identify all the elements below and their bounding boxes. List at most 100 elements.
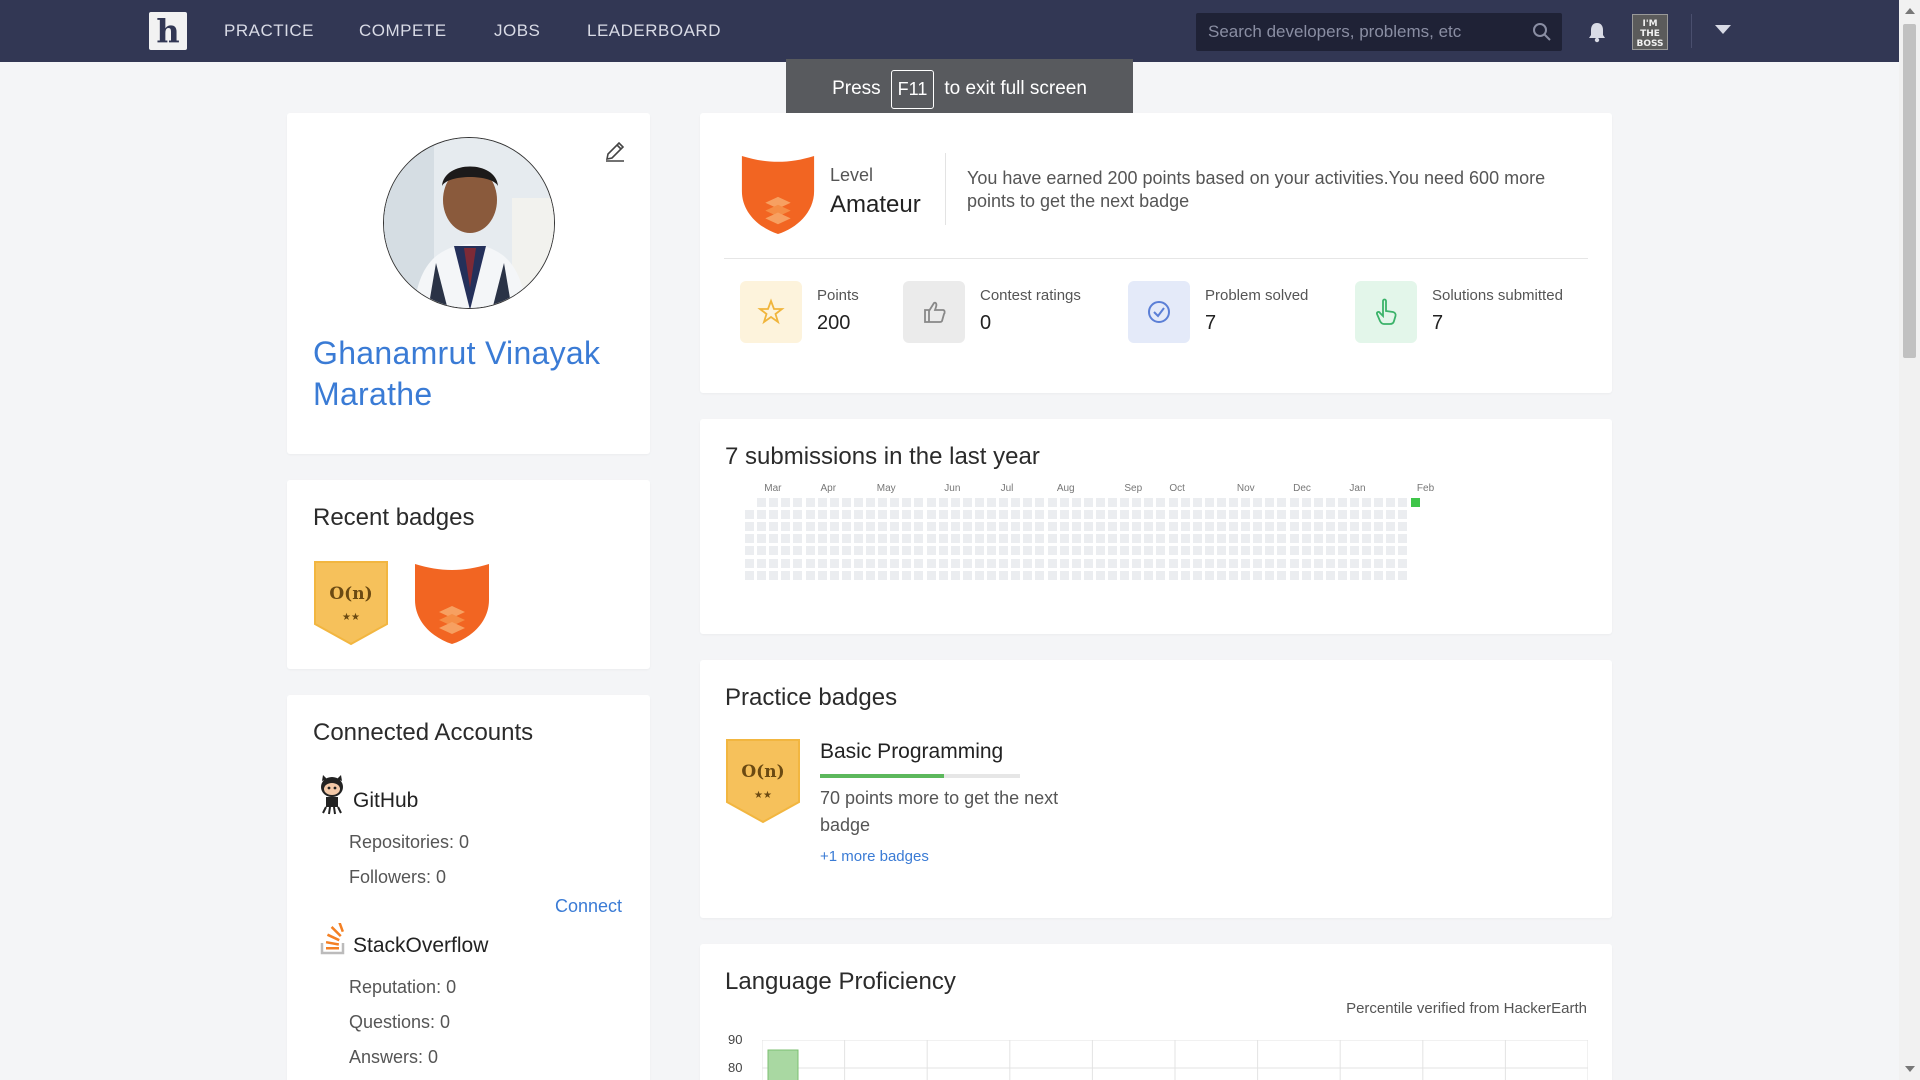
heatmap-cell[interactable]: [1289, 522, 1299, 532]
heatmap-cell[interactable]: [974, 546, 984, 556]
nav-leaderboard[interactable]: LEADERBOARD: [587, 0, 721, 62]
heatmap-cell[interactable]: [926, 522, 936, 532]
heatmap-cell[interactable]: [890, 522, 900, 532]
heatmap-cell[interactable]: [1277, 498, 1287, 507]
heatmap-cell[interactable]: [1144, 546, 1154, 556]
heatmap-cell[interactable]: [914, 546, 924, 556]
heatmap-cell[interactable]: [1253, 522, 1263, 532]
heatmap-cell[interactable]: [974, 558, 984, 568]
heatmap-cell[interactable]: [1325, 522, 1335, 532]
heatmap-cell[interactable]: [817, 558, 827, 568]
heatmap-cell[interactable]: [1337, 510, 1347, 520]
heatmap-cell[interactable]: [950, 558, 960, 568]
heatmap-cell[interactable]: [853, 498, 863, 507]
heatmap-cell[interactable]: [1083, 522, 1093, 532]
heatmap-cell[interactable]: [1253, 498, 1263, 507]
heatmap-cell[interactable]: [902, 534, 912, 544]
heatmap-cell[interactable]: [1059, 522, 1069, 532]
heatmap-cell[interactable]: [938, 498, 948, 507]
heatmap-cell[interactable]: [1204, 570, 1214, 580]
heatmap-cell[interactable]: [1011, 546, 1021, 556]
heatmap-cell[interactable]: [781, 558, 791, 568]
heatmap-cell[interactable]: [1071, 546, 1081, 556]
heatmap-cell[interactable]: [1289, 546, 1299, 556]
heatmap-cell[interactable]: [1350, 510, 1359, 520]
heatmap-cell[interactable]: [781, 498, 791, 507]
heatmap-cell[interactable]: [1253, 510, 1263, 520]
heatmap-cell[interactable]: [1192, 534, 1202, 544]
heatmap-cell[interactable]: [890, 534, 900, 544]
heatmap-cell[interactable]: [950, 570, 960, 580]
heatmap-cell[interactable]: [962, 570, 972, 580]
heatmap-cell[interactable]: [1289, 510, 1299, 520]
heatmap-cell[interactable]: [781, 570, 791, 580]
heatmap-cell[interactable]: [878, 570, 888, 580]
heatmap-cell[interactable]: [793, 558, 803, 568]
heatmap-cell[interactable]: [1047, 534, 1057, 544]
heatmap-cell[interactable]: [1083, 510, 1093, 520]
heatmap-cell[interactable]: [805, 498, 815, 507]
heatmap-cell[interactable]: [829, 510, 839, 520]
heatmap-cell[interactable]: [1108, 570, 1117, 580]
heatmap-cell[interactable]: [938, 510, 948, 520]
heatmap-cell[interactable]: [1241, 498, 1251, 507]
heatmap-cell[interactable]: [999, 510, 1009, 520]
heatmap-cell[interactable]: [1132, 510, 1142, 520]
heatmap-cell[interactable]: [745, 534, 754, 544]
heatmap-cell[interactable]: [1011, 522, 1021, 532]
heatmap-cell[interactable]: [1144, 498, 1154, 507]
heatmap-cell[interactable]: [950, 498, 960, 507]
heatmap-cell[interactable]: [987, 522, 996, 532]
amateur-badge-icon[interactable]: [411, 560, 493, 646]
heatmap-cell[interactable]: [1253, 558, 1263, 568]
heatmap-cell[interactable]: [926, 498, 936, 507]
heatmap-cell[interactable]: [1374, 522, 1384, 532]
heatmap-cell[interactable]: [1362, 522, 1372, 532]
heatmap-cell[interactable]: [1083, 534, 1093, 544]
heatmap-cell[interactable]: [878, 510, 888, 520]
heatmap-cell[interactable]: [866, 510, 875, 520]
heatmap-cell[interactable]: [757, 570, 767, 580]
hackerearth-logo[interactable]: h: [149, 12, 187, 50]
heatmap-cell[interactable]: [1059, 534, 1069, 544]
heatmap-cell[interactable]: [1362, 558, 1372, 568]
heatmap-cell[interactable]: [841, 498, 851, 507]
heatmap-cell[interactable]: [1386, 510, 1396, 520]
heatmap-cell[interactable]: [1229, 498, 1238, 507]
heatmap-cell[interactable]: [1289, 570, 1299, 580]
heatmap-cell[interactable]: [1277, 510, 1287, 520]
heatmap-cell[interactable]: [853, 570, 863, 580]
heatmap-cell[interactable]: [1229, 522, 1238, 532]
heatmap-cell[interactable]: [1241, 510, 1251, 520]
heatmap-cell[interactable]: [1289, 534, 1299, 544]
heatmap-cell[interactable]: [1083, 570, 1093, 580]
heatmap-cell[interactable]: [769, 534, 779, 544]
heatmap-cell[interactable]: [1374, 558, 1384, 568]
heatmap-cell[interactable]: [781, 522, 791, 532]
heatmap-cell[interactable]: [1047, 510, 1057, 520]
heatmap-cell[interactable]: [805, 570, 815, 580]
heatmap-cell[interactable]: [1083, 546, 1093, 556]
heatmap-cell[interactable]: [1350, 546, 1359, 556]
heatmap-cell[interactable]: [817, 522, 827, 532]
heatmap-cell[interactable]: [1337, 498, 1347, 507]
heatmap-cell[interactable]: [1192, 510, 1202, 520]
heatmap-cell[interactable]: [1156, 498, 1166, 507]
heatmap-cell[interactable]: [1362, 570, 1372, 580]
heatmap-cell[interactable]: [1120, 522, 1130, 532]
heatmap-cell[interactable]: [878, 498, 888, 507]
heatmap-cell[interactable]: [1095, 534, 1105, 544]
heatmap-cell[interactable]: [1095, 558, 1105, 568]
heatmap-cell[interactable]: [1216, 570, 1226, 580]
heatmap-cell[interactable]: [1011, 534, 1021, 544]
heatmap-cell[interactable]: [1350, 534, 1359, 544]
heatmap-cell[interactable]: [902, 558, 912, 568]
heatmap-cell[interactable]: [745, 522, 754, 532]
heatmap-cell[interactable]: [793, 570, 803, 580]
heatmap-cell[interactable]: [1156, 570, 1166, 580]
heatmap-cell[interactable]: [938, 570, 948, 580]
nav-compete[interactable]: COMPETE: [359, 0, 447, 62]
heatmap-cell[interactable]: [1301, 522, 1311, 532]
heatmap-cell[interactable]: [1120, 534, 1130, 544]
heatmap-cell[interactable]: [1047, 522, 1057, 532]
